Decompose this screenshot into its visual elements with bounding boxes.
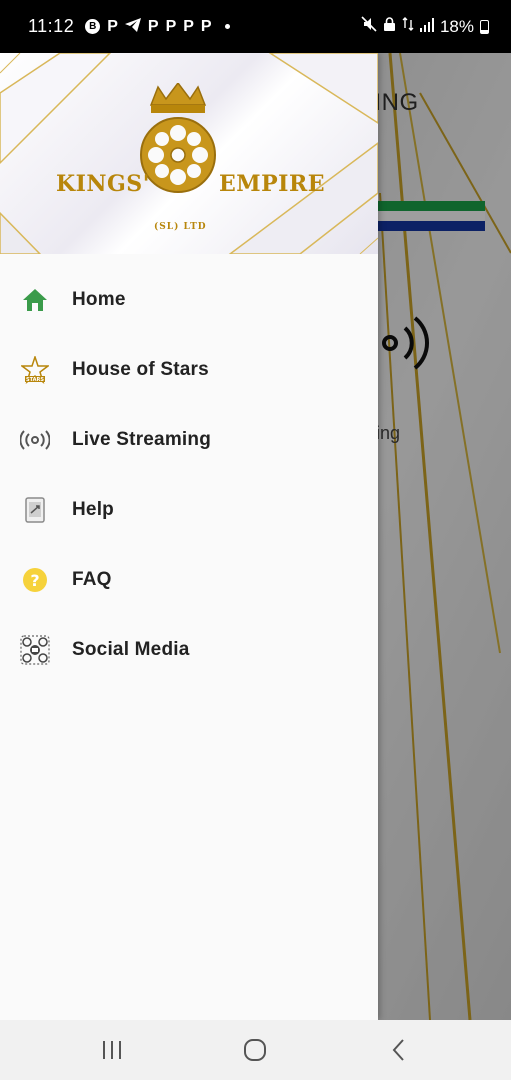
battery-percent: 18% [439, 16, 474, 36]
svg-text:?: ? [30, 571, 39, 590]
drawer-header: KINGS' EMPIRE (SL) LTD [0, 53, 378, 254]
menu-item-label: FAQ [72, 569, 112, 590]
film-reel-crown-icon [140, 83, 216, 193]
star-icon: STARS [20, 355, 50, 385]
notification-p-icon: P [165, 17, 177, 35]
social-media-icon [20, 635, 50, 665]
battery-icon [480, 19, 489, 34]
menu-item-help[interactable]: Help [0, 475, 378, 545]
home-circle-icon [244, 1039, 267, 1061]
menu-item-label: Social Media [72, 639, 190, 660]
menu-item-social-media[interactable]: Social Media [0, 615, 378, 685]
radio-icon [20, 425, 50, 455]
menu-item-home[interactable]: Home [0, 265, 378, 335]
logo-subtext: (SL) LTD [154, 222, 207, 232]
question-icon: ? [20, 565, 50, 595]
menu-item-faq[interactable]: ? FAQ [0, 545, 378, 615]
navigation-drawer: KINGS' EMPIRE (SL) LTD Home STARS House … [0, 53, 378, 1020]
menu-item-live-streaming[interactable]: Live Streaming [0, 405, 378, 475]
svg-text:STARS: STARS [26, 377, 44, 383]
mute-icon [361, 16, 377, 37]
menu-item-label: Home [72, 289, 126, 310]
company-logo: KINGS' EMPIRE (SL) LTD [56, 83, 325, 233]
menu-item-house-of-stars[interactable]: STARS House of Stars [0, 335, 378, 405]
home-button[interactable] [225, 1030, 285, 1070]
recent-apps-icon [102, 1041, 121, 1059]
status-bar: 11:12 B P P P P P 18% [0, 0, 511, 53]
menu-item-label: Help [72, 499, 114, 520]
home-icon [20, 285, 50, 315]
back-button[interactable] [369, 1030, 429, 1070]
notification-p-icon: P [200, 17, 212, 35]
menu-item-label: House of Stars [72, 359, 209, 380]
logo-text-empire: EMPIRE [219, 171, 326, 197]
status-time: 11:12 [28, 16, 75, 36]
notification-p-icon: P [183, 17, 194, 35]
menu-item-label: Live Streaming [72, 429, 212, 450]
help-doc-icon [20, 495, 50, 525]
back-chevron-icon [392, 1039, 404, 1061]
notification-p-icon: P [147, 17, 159, 35]
lock-icon [383, 16, 396, 37]
recent-apps-button[interactable] [82, 1030, 142, 1070]
more-notifications-dot [224, 24, 230, 29]
signal-icon [419, 17, 434, 37]
system-navigation-bar [0, 1020, 511, 1080]
drawer-menu: Home STARS House of Stars Live Streaming… [0, 265, 378, 685]
telegram-icon [124, 17, 141, 37]
notification-p-icon: P [107, 17, 118, 35]
data-arrows-icon [402, 16, 414, 37]
status-right: 18% [361, 16, 489, 37]
notification-app-icon: B [85, 19, 101, 34]
status-left: 11:12 B P P P P P [28, 16, 230, 37]
logo-text-kings: KINGS' [56, 171, 150, 197]
